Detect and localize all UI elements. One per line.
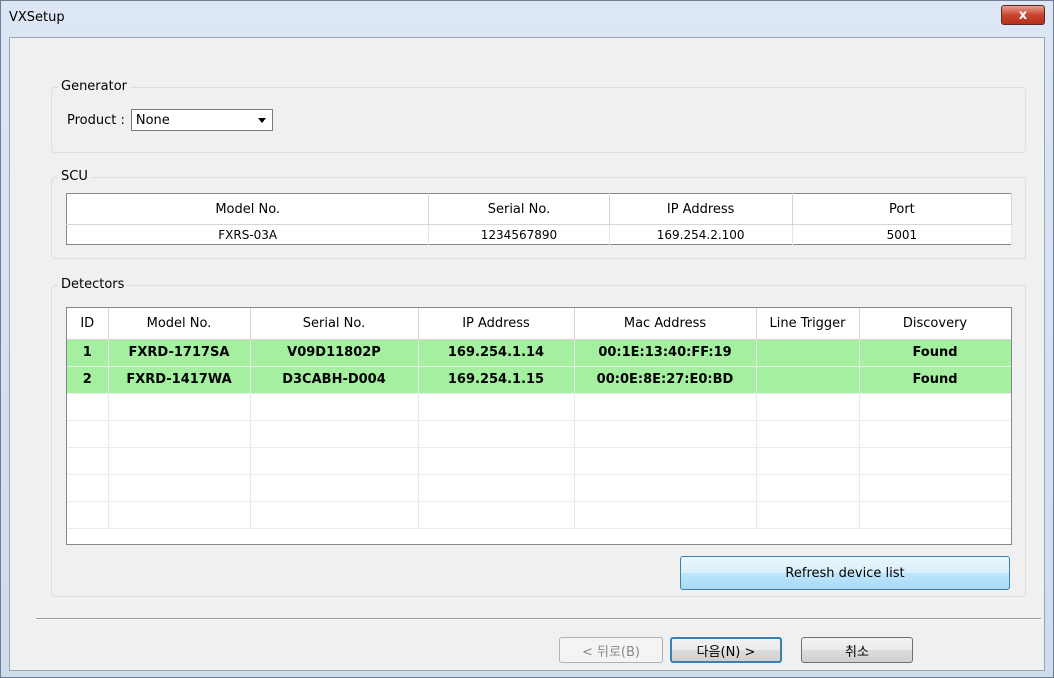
scu-cell-ip: 169.254.2.100 xyxy=(609,224,793,245)
det-cell-discovery: Found xyxy=(859,339,1011,367)
footer-separator xyxy=(36,618,1041,620)
det-col-discovery[interactable]: Discovery xyxy=(859,308,1011,340)
scu-row[interactable]: FXRS-03A 1234567890 169.254.2.100 5001 xyxy=(66,224,1013,245)
scu-cell-port: 5001 xyxy=(792,224,1013,245)
det-cell-mac: 00:1E:13:40:FF:19 xyxy=(574,339,757,367)
next-button[interactable]: 다음(N) > xyxy=(670,637,782,663)
detector-row[interactable]: 2 FXRD-1417WA D3CABH-D004 169.254.1.15 0… xyxy=(67,366,1011,394)
scu-header-row: Model No. Serial No. IP Address Port xyxy=(66,193,1013,225)
product-row: Product : None xyxy=(67,109,273,131)
det-col-line-trigger[interactable]: Line Trigger xyxy=(756,308,860,340)
back-button[interactable]: < 뒤로(B) xyxy=(559,637,663,663)
empty-row xyxy=(67,501,1011,529)
detectors-header-row: ID Model No. Serial No. IP Address Mac A… xyxy=(67,308,1011,340)
det-cell-model: FXRD-1717SA xyxy=(108,339,251,367)
scu-cell-serial: 1234567890 xyxy=(428,224,610,245)
empty-row xyxy=(67,474,1011,502)
generator-group-label: Generator xyxy=(58,79,131,94)
det-cell-mac: 00:0E:8E:27:E0:BD xyxy=(574,366,757,394)
scu-col-port[interactable]: Port xyxy=(792,193,1013,225)
det-cell-ip: 169.254.1.15 xyxy=(418,366,575,394)
cancel-button[interactable]: 취소 xyxy=(801,637,913,663)
det-cell-id: 2 xyxy=(67,366,109,394)
close-icon: x xyxy=(1018,7,1028,23)
empty-row xyxy=(67,447,1011,475)
detector-row[interactable]: 1 FXRD-1717SA V09D11802P 169.254.1.14 00… xyxy=(67,339,1011,367)
scu-col-serial[interactable]: Serial No. xyxy=(428,193,610,225)
det-cell-line-trigger xyxy=(756,366,860,394)
det-cell-line-trigger xyxy=(756,339,860,367)
scu-col-ip[interactable]: IP Address xyxy=(609,193,793,225)
det-cell-serial: D3CABH-D004 xyxy=(250,366,419,394)
scu-cell-model: FXRS-03A xyxy=(66,224,430,245)
empty-row xyxy=(67,393,1011,421)
det-cell-ip: 169.254.1.14 xyxy=(418,339,575,367)
title-bar: VXSetup x xyxy=(1,1,1053,37)
det-cell-model: FXRD-1417WA xyxy=(108,366,251,394)
det-col-mac[interactable]: Mac Address xyxy=(574,308,757,340)
product-select[interactable]: None xyxy=(130,109,273,131)
empty-row xyxy=(67,420,1011,448)
refresh-device-list-button[interactable]: Refresh device list xyxy=(680,556,1010,590)
det-cell-id: 1 xyxy=(67,339,109,367)
scu-table: Model No. Serial No. IP Address Port FXR… xyxy=(66,193,1013,245)
det-col-ip[interactable]: IP Address xyxy=(418,308,575,340)
det-col-id[interactable]: ID xyxy=(67,308,109,340)
scu-col-model[interactable]: Model No. xyxy=(66,193,430,225)
det-cell-discovery: Found xyxy=(859,366,1011,394)
close-button[interactable]: x xyxy=(1001,5,1045,25)
product-select-value: None xyxy=(135,112,170,128)
product-label: Product : xyxy=(67,112,125,128)
detectors-table: ID Model No. Serial No. IP Address Mac A… xyxy=(67,308,1011,529)
vxsetup-window: VXSetup x Generator Product : None SCU M… xyxy=(0,0,1054,678)
chevron-down-icon xyxy=(257,118,266,123)
det-col-serial[interactable]: Serial No. xyxy=(250,308,419,340)
det-cell-serial: V09D11802P xyxy=(250,339,419,367)
scu-group-label: SCU xyxy=(58,169,91,184)
window-title: VXSetup xyxy=(9,10,65,25)
det-col-model[interactable]: Model No. xyxy=(108,308,251,340)
detectors-group-label: Detectors xyxy=(58,277,128,292)
detectors-list[interactable]: ID Model No. Serial No. IP Address Mac A… xyxy=(66,307,1012,545)
